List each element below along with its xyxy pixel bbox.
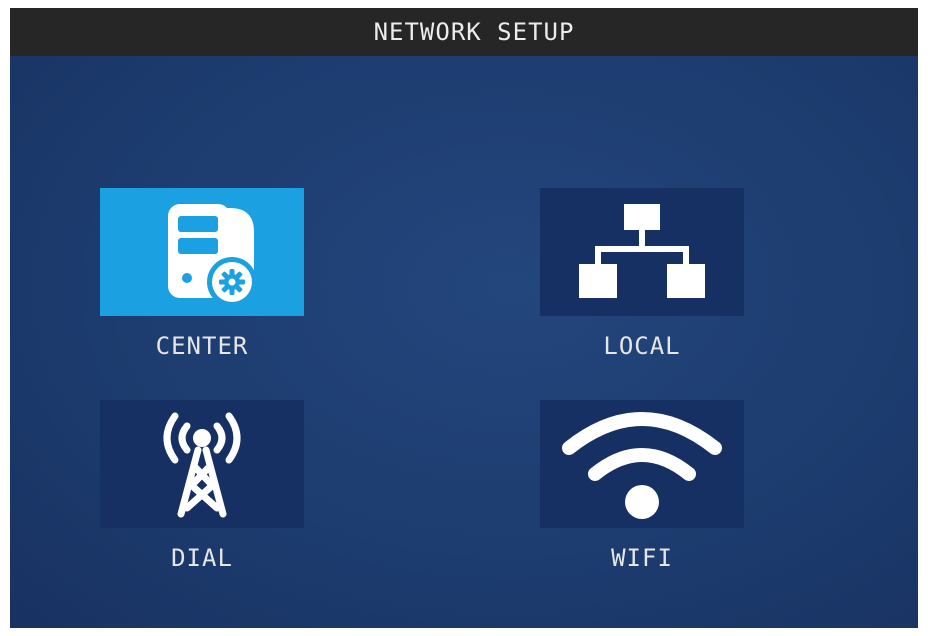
title-bar: NETWORK SETUP [10, 8, 918, 56]
antenna-tower-icon [147, 408, 257, 520]
dial-tile[interactable] [100, 400, 304, 528]
server-gear-icon [132, 196, 272, 308]
menu-item-label: LOCAL [603, 332, 681, 360]
local-tile[interactable] [540, 188, 744, 316]
menu-item-center[interactable]: CENTER [100, 188, 304, 360]
menu-item-dial[interactable]: DIAL [100, 400, 304, 572]
menu-item-label: WIFI [611, 544, 673, 572]
menu-item-label: DIAL [171, 544, 233, 572]
wifi-tile[interactable] [540, 400, 744, 528]
page-title: NETWORK SETUP [373, 18, 575, 46]
menu-item-local[interactable]: LOCAL [540, 188, 744, 360]
menu-item-label: CENTER [155, 332, 249, 360]
network-tree-icon [577, 202, 707, 302]
wifi-icon [557, 404, 727, 524]
center-tile[interactable] [100, 188, 304, 316]
menu-item-wifi[interactable]: WIFI [540, 400, 744, 572]
network-setup-screen: NETWORK SETUP CENTER LOCAL DIAL WIFI [10, 8, 918, 628]
